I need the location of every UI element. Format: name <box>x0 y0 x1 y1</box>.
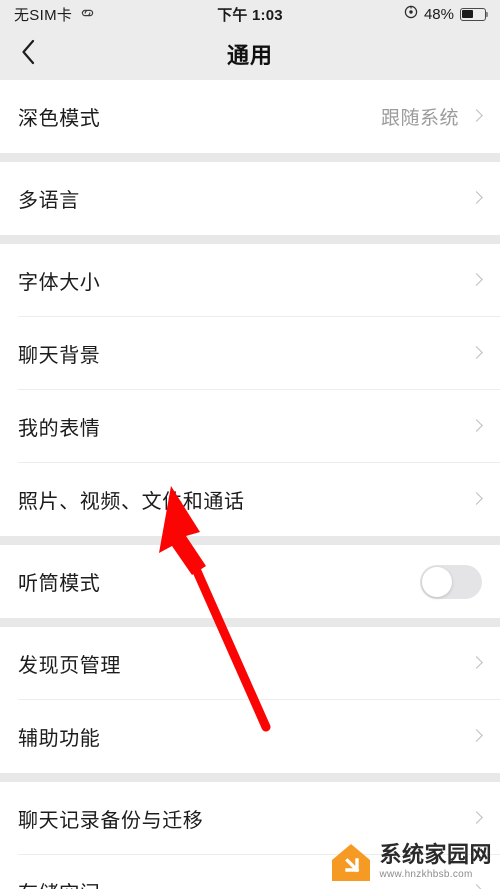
chevron-right-icon <box>471 418 482 436</box>
settings-row[interactable]: 字体大小 <box>0 244 500 317</box>
watermark-title: 系统家园网 <box>379 842 492 867</box>
group-separator <box>0 235 500 244</box>
phone-screen: 无SIM卡 下午 1:03 48% 通用 深色模式 跟随系统 多语言 字体大小 … <box>0 0 500 889</box>
nav-bar: 通用 <box>0 28 500 80</box>
settings-row[interactable]: 发现页管理 <box>0 627 500 700</box>
status-bar-right: 48% <box>404 5 489 23</box>
settings-row-label: 辅助功能 <box>18 728 101 750</box>
chevron-right-icon <box>471 108 482 126</box>
settings-group: 多语言 <box>0 162 500 235</box>
settings-row-label: 字体大小 <box>18 272 101 294</box>
settings-row-toggle[interactable] <box>420 564 482 599</box>
status-bar: 无SIM卡 下午 1:03 48% <box>0 0 500 28</box>
settings-row-label: 我的表情 <box>18 418 101 440</box>
settings-row[interactable]: 听筒模式 <box>0 545 500 618</box>
settings-row-label: 发现页管理 <box>18 655 121 677</box>
settings-group: 深色模式 跟随系统 <box>0 80 500 153</box>
settings-row-label: 听筒模式 <box>18 573 101 595</box>
chevron-right-icon <box>471 728 482 746</box>
toggle-knob <box>422 566 452 597</box>
group-separator <box>0 536 500 545</box>
chevron-right-icon <box>471 810 482 828</box>
alarm-icon <box>404 5 418 23</box>
settings-group: 字体大小聊天背景我的表情照片、视频、文件和通话 <box>0 244 500 536</box>
settings-group: 发现页管理 辅助功能 <box>0 627 500 773</box>
settings-group: 听筒模式 <box>0 545 500 618</box>
settings-row[interactable]: 深色模式 跟随系统 <box>0 80 500 153</box>
settings-row[interactable]: 多语言 <box>0 162 500 235</box>
watermark-text: 系统家园网 www.hnzkhbsb.com <box>379 844 492 880</box>
house-logo-icon <box>330 841 372 883</box>
settings-list: 深色模式 跟随系统多语言字体大小聊天背景我的表情照片、视频、文件和通话 听筒模式发现… <box>0 80 500 889</box>
settings-row[interactable]: 聊天背景 <box>0 317 500 390</box>
page-title: 通用 <box>226 43 273 68</box>
settings-row-label: 聊天背景 <box>18 345 101 367</box>
chevron-right-icon <box>471 345 482 363</box>
chevron-right-icon <box>471 190 482 208</box>
settings-row-value: 跟随系统 <box>380 108 459 129</box>
settings-row-label: 聊天记录备份与迁移 <box>18 810 204 832</box>
settings-row-label: 多语言 <box>18 190 80 212</box>
group-separator <box>0 618 500 627</box>
chevron-right-icon <box>471 883 482 889</box>
settings-row[interactable]: 辅助功能 <box>0 700 500 773</box>
battery-percent-label: 48% <box>423 5 454 23</box>
settings-row[interactable]: 我的表情 <box>0 390 500 463</box>
watermark-url: www.hnzkhbsb.com <box>379 869 473 880</box>
chevron-right-icon <box>471 655 482 673</box>
chevron-right-icon <box>471 491 482 509</box>
chevron-right-icon <box>471 272 482 290</box>
group-separator <box>0 153 500 162</box>
battery-icon <box>460 7 489 21</box>
watermark: 系统家园网 www.hnzkhbsb.com <box>330 841 492 883</box>
group-separator <box>0 773 500 782</box>
settings-row-label: 深色模式 <box>18 108 101 130</box>
settings-row[interactable]: 照片、视频、文件和通话 <box>0 463 500 536</box>
settings-row-label: 照片、视频、文件和通话 <box>18 491 245 513</box>
